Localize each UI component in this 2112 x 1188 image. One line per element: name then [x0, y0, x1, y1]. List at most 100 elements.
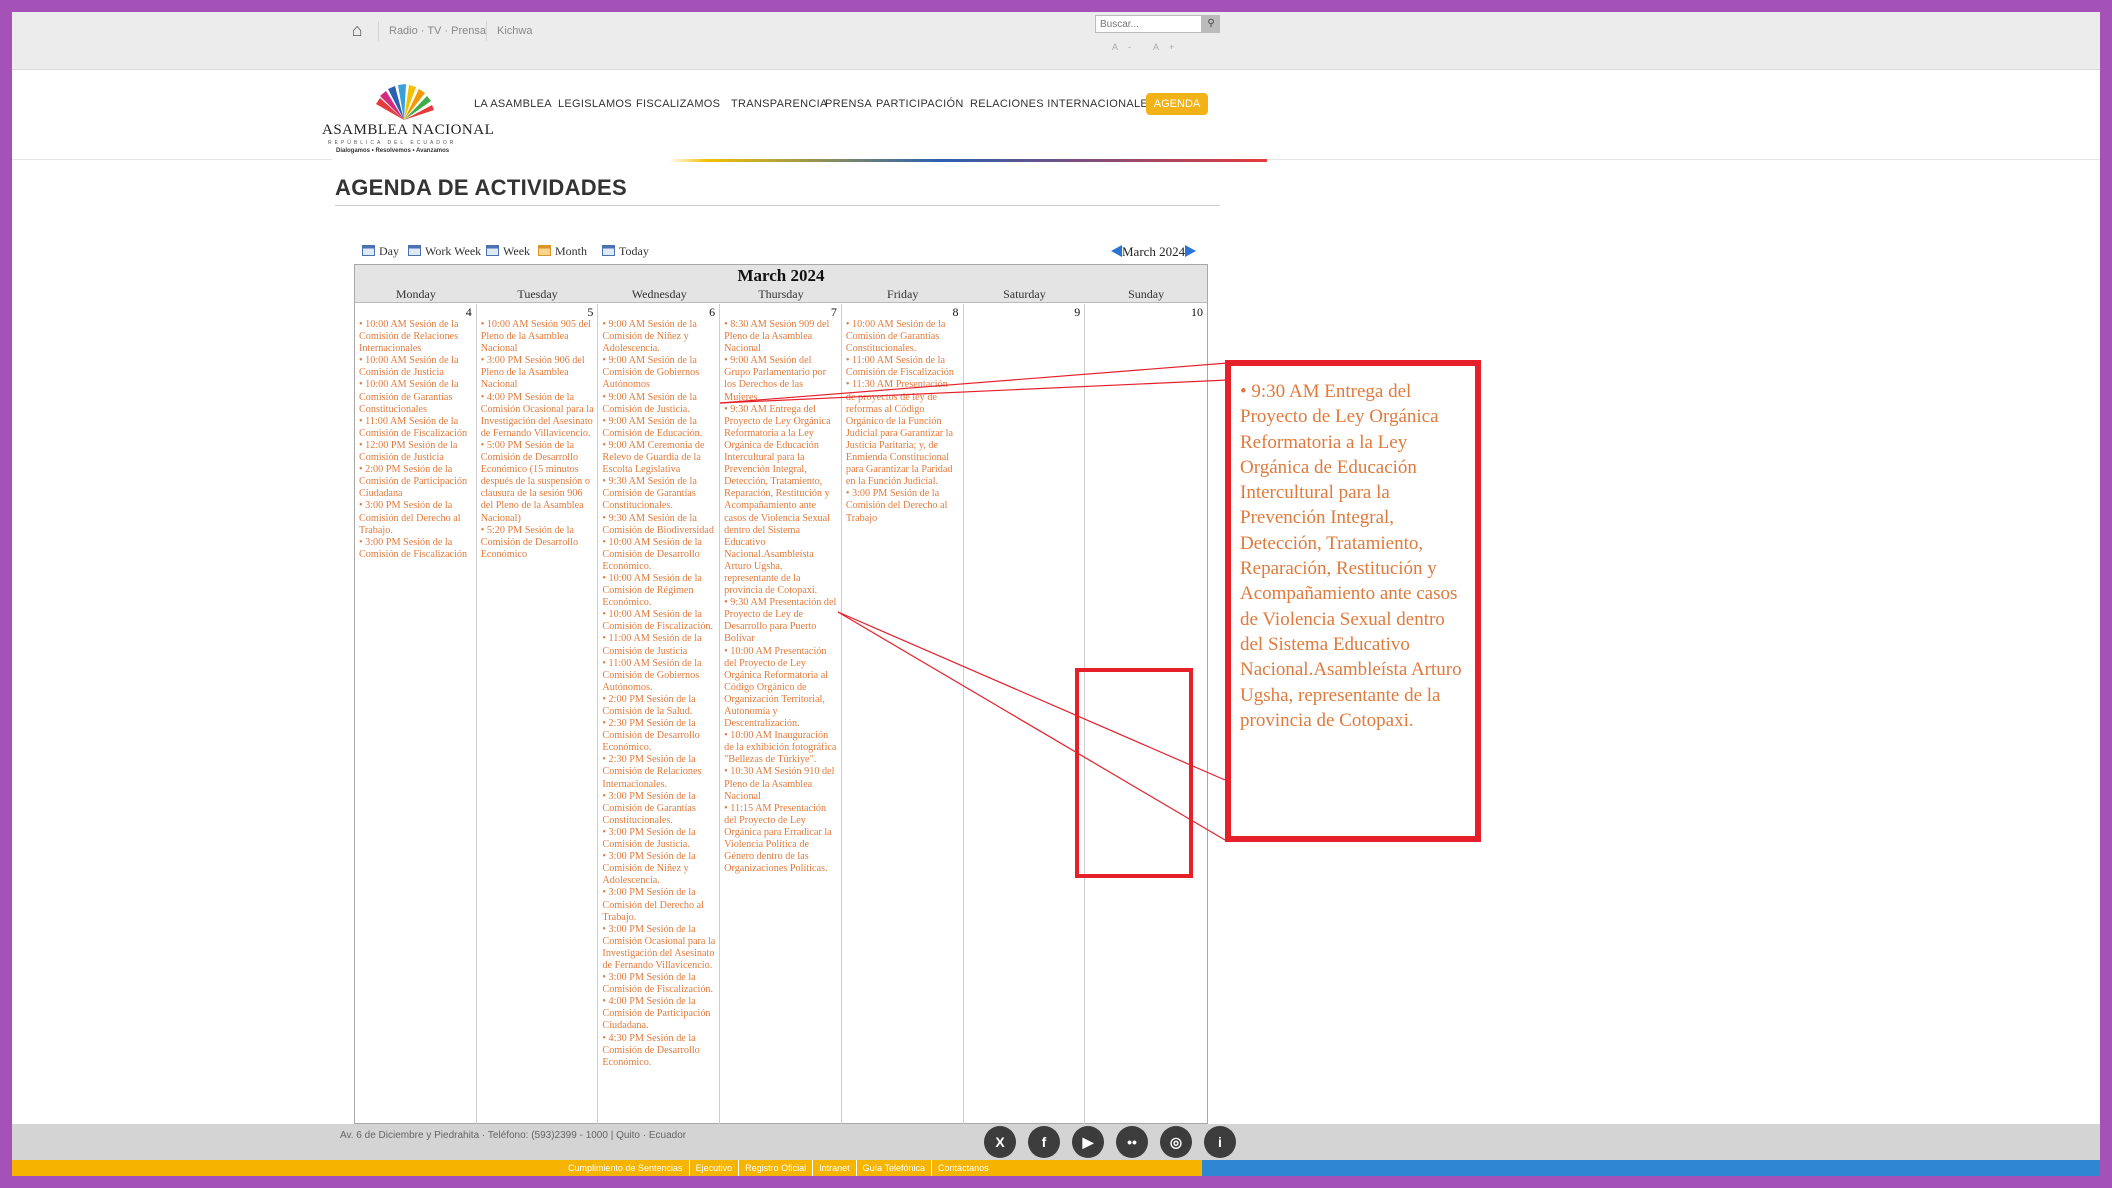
next-month-icon[interactable] [1185, 245, 1197, 257]
facebook-icon[interactable]: f [1028, 1126, 1060, 1158]
calendar-event[interactable]: 3:00 PM Sesión de la Comisión del Derech… [846, 488, 959, 524]
calendar-event[interactable]: 10:30 AM Sesión 910 del Pleno de la Asam… [724, 766, 837, 802]
calendar-event[interactable]: 10:00 AM Presentación del Proyecto de Le… [724, 646, 837, 731]
calendar-event[interactable]: 3:00 PM Sesión de la Comisión del Derech… [359, 500, 472, 536]
calendar-event[interactable]: 9:00 AM Sesión de la Comisión de Educaci… [602, 416, 715, 440]
calendar-event[interactable]: 9:30 AM Presentación del Proyecto de Ley… [724, 597, 837, 645]
day-number[interactable]: 5 [587, 305, 593, 320]
home-icon[interactable]: ⌂ [342, 17, 372, 45]
calendar-event[interactable]: 3:00 PM Sesión de la Comisión de Fiscali… [359, 537, 472, 561]
view-today-button[interactable]: Today [602, 244, 649, 259]
day-cell[interactable]: 78:30 AM Sesión 909 del Pleno de la Asam… [720, 304, 842, 1124]
calendar-event[interactable]: 3:00 PM Sesión de la Comisión de Justici… [602, 827, 715, 851]
calendar-event[interactable]: 10:00 AM Sesión de la Comisión de Relaci… [359, 319, 472, 355]
view-work-week-button[interactable]: Work Week [408, 244, 481, 259]
day-number[interactable]: 6 [709, 305, 715, 320]
day-cell[interactable]: 410:00 AM Sesión de la Comisión de Relac… [355, 304, 477, 1124]
calendar-event[interactable]: 10:00 AM Sesión de la Comisión de Fiscal… [602, 609, 715, 633]
link-guia-telefonica[interactable]: Guía Telefónica [857, 1160, 933, 1176]
day-number[interactable]: 7 [831, 305, 837, 320]
calendar-event[interactable]: 11:00 AM Sesión de la Comisión de Fiscal… [359, 416, 472, 440]
calendar-event[interactable]: 3:00 PM Sesión de la Comisión de Garantí… [602, 791, 715, 827]
view-day-button[interactable]: Day [362, 244, 399, 259]
link-radio-tv-prensa[interactable]: Radio · TV · Prensa [378, 21, 496, 41]
view-month-button[interactable]: Month [538, 244, 587, 259]
calendar-event[interactable]: 11:00 AM Sesión de la Comisión de Gobier… [602, 658, 715, 694]
font-size-controls[interactable]: A- A+ [1112, 42, 1184, 52]
calendar-event[interactable]: 10:00 AM Sesión de la Comisión de Garant… [359, 379, 472, 415]
calendar-event[interactable]: 4:00 PM Sesión de la Comisión Ocasional … [481, 392, 594, 440]
calendar-month-title: March 2024 [737, 266, 825, 285]
calendar-event[interactable]: 3:00 PM Sesión de la Comisión de Niñez y… [602, 851, 715, 887]
calendar-event[interactable]: 3:00 PM Sesión de la Comisión Ocasional … [602, 924, 715, 972]
x-icon[interactable]: X [984, 1126, 1016, 1158]
site-header: ASAMBLEA NACIONAL REPÚBLICA DEL ECUADOR … [12, 70, 2100, 162]
day-cell[interactable]: 9 [964, 304, 1086, 1124]
day-cell[interactable]: 810:00 AM Sesión de la Comisión de Garan… [842, 304, 964, 1124]
calendar-event[interactable]: 9:00 AM Sesión de la Comisión de Justici… [602, 392, 715, 416]
day-cell[interactable]: 510:00 AM Sesión 905 del Pleno de la Asa… [477, 304, 599, 1124]
logo[interactable]: ASAMBLEA NACIONAL REPÚBLICA DEL ECUADOR … [322, 84, 494, 158]
calendar-event[interactable]: 12:00 PM Sesión de la Comisión de Justic… [359, 440, 472, 464]
calendar-event[interactable]: 9:00 AM Sesión del Grupo Parlamentario p… [724, 355, 837, 403]
calendar-event[interactable]: 9:00 AM Ceremonia de Relevo de Guardia d… [602, 440, 715, 476]
calendar-event[interactable]: 10:00 AM Sesión de la Comisión de Régime… [602, 573, 715, 609]
zoom-callout: 9:30 AM Entrega del Proyecto de Ley Orgá… [1225, 360, 1481, 842]
day-cell[interactable]: 69:00 AM Sesión de la Comisión de Niñez … [598, 304, 721, 1124]
view-week-button[interactable]: Week [486, 244, 530, 259]
calendar-event[interactable]: 3:00 PM Sesión de la Comisión del Derech… [602, 887, 715, 923]
search-input[interactable] [1095, 15, 1202, 33]
calendar-event[interactable]: 10:00 AM Sesión 905 del Pleno de la Asam… [481, 319, 594, 355]
calendar-event[interactable]: 10:00 AM Inauguración de la exhibición f… [724, 730, 837, 766]
prev-month-icon[interactable] [1111, 245, 1122, 257]
calendar-event[interactable]: 11:00 AM Sesión de la Comisión de Fiscal… [846, 355, 959, 379]
day-number[interactable]: 10 [1191, 305, 1203, 320]
calendar-event[interactable]: 3:00 PM Sesión de la Comisión de Fiscali… [602, 972, 715, 996]
calendar-event[interactable]: 9:00 AM Sesión de la Comisión de Niñez y… [602, 319, 715, 355]
view-today-label: Today [619, 244, 649, 258]
nav-legislamos[interactable]: LEGISLAMOS [558, 98, 632, 110]
calendar-event[interactable]: 3:00 PM Sesión 906 del Pleno de la Asamb… [481, 355, 594, 391]
instagram-icon[interactable]: ◎ [1160, 1126, 1192, 1158]
nav-participacion[interactable]: PARTICIPACIÓN [876, 98, 964, 110]
calendar-event[interactable]: 10:00 AM Sesión de la Comisión de Justic… [359, 355, 472, 379]
calendar-event[interactable]: 10:00 AM Sesión de la Comisión de Garant… [846, 319, 959, 355]
nav-transparencia[interactable]: TRANSPARENCIA [731, 98, 828, 110]
calendar-event[interactable]: 4:30 PM Sesión de la Comisión de Desarro… [602, 1033, 715, 1069]
calendar-event[interactable]: 2:30 PM Sesión de la Comisión de Relacio… [602, 754, 715, 790]
calendar-event[interactable]: 2:00 PM Sesión de la Comisión de Partici… [359, 464, 472, 500]
day-number[interactable]: 9 [1074, 305, 1080, 320]
day-number[interactable]: 8 [953, 305, 959, 320]
nav-relaciones-internacionales[interactable]: RELACIONES INTERNACIONALES [970, 98, 1156, 110]
calendar-event[interactable]: 5:00 PM Sesión de la Comisión de Desarro… [481, 440, 594, 525]
calendar-event[interactable]: 11:00 AM Sesión de la Comisión de Justic… [602, 633, 715, 657]
calendar-event[interactable]: 9:30 AM Sesión de la Comisión de Garantí… [602, 476, 715, 512]
calendar-event[interactable]: 9:00 AM Sesión de la Comisión de Gobiern… [602, 355, 715, 391]
youtube-icon[interactable]: ▶ [1072, 1126, 1104, 1158]
search-icon[interactable]: ⚲ [1202, 15, 1220, 33]
link-cumplimiento-sentencias[interactable]: Cumplimiento de Sentencias [562, 1160, 690, 1176]
nav-prensa[interactable]: PRENSA [825, 98, 872, 110]
day-header: Wednesday [631, 287, 687, 301]
link-registro-oficial[interactable]: Registro Oficial [739, 1160, 814, 1176]
info-icon[interactable]: i [1204, 1126, 1236, 1158]
day-number[interactable]: 4 [466, 305, 472, 320]
calendar-event[interactable]: 8:30 AM Sesión 909 del Pleno de la Asamb… [724, 319, 837, 355]
nav-fiscalizamos[interactable]: FISCALIZAMOS [636, 98, 720, 110]
link-kichwa[interactable]: Kichwa [486, 21, 542, 41]
link-contactanos[interactable]: Contáctanos [932, 1160, 995, 1176]
calendar-event[interactable]: 2:30 PM Sesión de la Comisión de Desarro… [602, 718, 715, 754]
calendar-event[interactable]: 5:20 PM Sesión de la Comisión de Desarro… [481, 525, 594, 561]
flickr-icon[interactable]: •• [1116, 1126, 1148, 1158]
calendar-event[interactable]: 11:15 AM Presentación del Proyecto de Le… [724, 803, 837, 876]
nav-agenda-button[interactable]: AGENDA [1146, 93, 1208, 115]
nav-la-asamblea[interactable]: LA ASAMBLEA [474, 98, 552, 110]
calendar-event[interactable]: 4:00 PM Sesión de la Comisión de Partici… [602, 996, 715, 1032]
calendar-event[interactable]: 9:30 AM Sesión de la Comisión de Biodive… [602, 513, 715, 537]
link-ejecutivo[interactable]: Ejecutivo [690, 1160, 740, 1176]
calendar-event[interactable]: 2:00 PM Sesión de la Comisión de la Salu… [602, 694, 715, 718]
calendar-event[interactable]: 11:30 AM Presentación de proyectos de le… [846, 379, 959, 488]
link-intranet[interactable]: Intranet [813, 1160, 857, 1176]
calendar-event[interactable]: 9:30 AM Entrega del Proyecto de Ley Orgá… [724, 404, 837, 598]
calendar-event[interactable]: 10:00 AM Sesión de la Comisión de Desarr… [602, 537, 715, 573]
